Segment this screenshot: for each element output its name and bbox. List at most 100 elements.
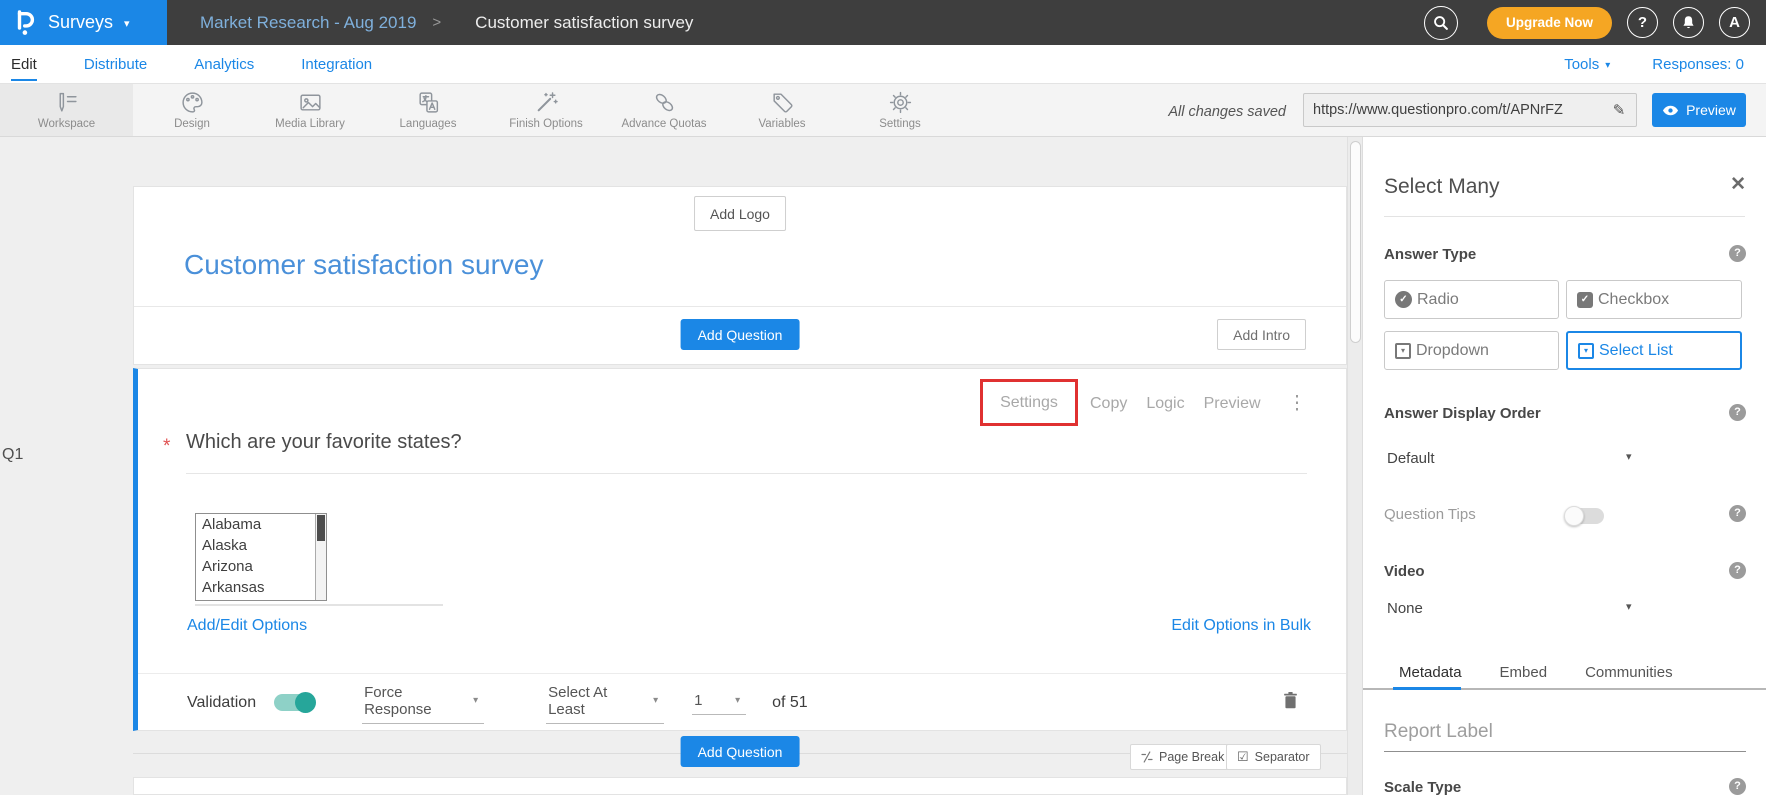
validation-rule-dropdown[interactable]: Select At Least ▾: [546, 682, 664, 724]
surveys-menu[interactable]: Surveys ▾: [0, 0, 167, 45]
panel-tabs: Metadata Embed Communities: [1399, 664, 1673, 681]
question-settings-action[interactable]: Settings: [1000, 394, 1058, 412]
kebab-menu-icon[interactable]: ⋮: [1288, 394, 1307, 413]
settings-highlight-box: Settings: [980, 379, 1078, 426]
toolbar-item-settings[interactable]: Settings: [841, 84, 959, 136]
tab-embed[interactable]: Embed: [1500, 664, 1548, 681]
help-icon[interactable]: ?: [1729, 562, 1746, 579]
panel-title: Select Many: [1384, 175, 1500, 199]
listbox-scrollbar[interactable]: [315, 514, 326, 600]
answer-type-select-list[interactable]: ▾ Select List: [1566, 331, 1742, 370]
tools-menu[interactable]: Tools ▾: [1564, 56, 1610, 73]
question-text[interactable]: Which are your favorite states?: [186, 431, 462, 454]
survey-url-input[interactable]: [1313, 102, 1608, 118]
content-scrollbar[interactable]: [1347, 137, 1362, 795]
help-icon[interactable]: ?: [1729, 778, 1746, 795]
trash-icon: [1283, 691, 1298, 709]
help-button[interactable]: ?: [1627, 7, 1658, 38]
survey-title[interactable]: Customer satisfaction survey: [184, 249, 543, 281]
add-intro-button[interactable]: Add Intro: [1217, 319, 1306, 350]
toolbar-item-advance-quotas[interactable]: Advance Quotas: [605, 84, 723, 136]
breadcrumb: Market Research - Aug 2019 > Customer sa…: [200, 0, 693, 45]
answer-select-list[interactable]: Alabama Alaska Arizona Arkansas: [195, 513, 327, 601]
content-scrollbar-thumb[interactable]: [1350, 141, 1361, 343]
notifications-button[interactable]: [1673, 7, 1704, 38]
account-avatar[interactable]: A: [1719, 7, 1750, 38]
listbox-scrollbar-thumb[interactable]: [317, 515, 325, 541]
question-logic-action[interactable]: Logic: [1146, 395, 1184, 413]
preview-label: Preview: [1686, 102, 1736, 118]
next-block-card: [133, 777, 1347, 795]
answer-type-label: Answer Type: [1384, 246, 1476, 263]
page-break-button[interactable]: Page Break: [1130, 744, 1235, 770]
validation-row: Validation Force Response ▾ Select At Le…: [187, 673, 808, 732]
answer-type-checkbox[interactable]: ✓ Checkbox: [1566, 280, 1742, 319]
question-copy-action[interactable]: Copy: [1090, 395, 1127, 413]
validation-toggle[interactable]: [274, 694, 314, 711]
survey-url-box: ✎: [1303, 93, 1637, 127]
list-option[interactable]: Arkansas: [196, 577, 326, 598]
header-actions: Upgrade Now ? A: [1424, 0, 1750, 45]
separator-label: Separator: [1255, 750, 1310, 764]
questionpro-app: Surveys ▾ Market Research - Aug 2019 > C…: [0, 0, 1766, 795]
question-actions: Copy Logic Preview ⋮: [1090, 394, 1307, 413]
question-preview-action[interactable]: Preview: [1204, 395, 1261, 413]
tab-edit[interactable]: Edit: [11, 45, 37, 83]
tab-metadata[interactable]: Metadata: [1399, 664, 1462, 681]
toolbar-item-label: Variables: [758, 118, 805, 130]
add-logo-button[interactable]: Add Logo: [694, 196, 786, 231]
add-question-button-top[interactable]: Add Question: [681, 319, 800, 350]
toolbar-item-finish-options[interactable]: Finish Options: [487, 84, 605, 136]
caret-down-icon[interactable]: ▾: [1626, 600, 1632, 613]
tab-distribute[interactable]: Distribute: [84, 45, 147, 83]
divider: [1384, 216, 1745, 217]
list-option[interactable]: Arizona: [196, 556, 326, 577]
tab-communities[interactable]: Communities: [1585, 664, 1673, 681]
toolbar-item-languages[interactable]: Languages: [369, 84, 487, 136]
list-option[interactable]: Alaska: [196, 535, 326, 556]
workspace-icon: [54, 90, 79, 115]
toolbar-item-label: Workspace: [38, 118, 95, 130]
display-order-select[interactable]: Default: [1387, 450, 1435, 467]
help-icon[interactable]: ?: [1729, 404, 1746, 421]
breadcrumb-folder-link[interactable]: Market Research - Aug 2019: [200, 13, 416, 33]
validation-count-dropdown[interactable]: 1 ▾: [692, 690, 746, 715]
add-question-button-bottom[interactable]: Add Question: [681, 736, 800, 767]
add-edit-options-link[interactable]: Add/Edit Options: [187, 617, 307, 635]
answer-display-order-label: Answer Display Order: [1384, 405, 1541, 422]
upgrade-now-button[interactable]: Upgrade Now: [1487, 7, 1612, 39]
caret-down-icon: ▾: [473, 695, 478, 706]
help-icon[interactable]: ?: [1729, 505, 1746, 522]
tab-integration[interactable]: Integration: [301, 45, 372, 83]
video-select[interactable]: None: [1387, 600, 1423, 617]
help-icon[interactable]: ?: [1729, 245, 1746, 262]
answer-type-dropdown[interactable]: ▾ Dropdown: [1384, 331, 1559, 370]
toolbar-item-label: Settings: [879, 118, 921, 130]
question-text-underline: [186, 473, 1307, 474]
responses-count[interactable]: Responses: 0: [1652, 56, 1744, 73]
toolbar-item-variables[interactable]: Variables: [723, 84, 841, 136]
page-break-icon: [1141, 751, 1153, 763]
toolbar-item-media-library[interactable]: Media Library: [251, 84, 369, 136]
breadcrumb-current-title: Customer satisfaction survey: [475, 13, 693, 33]
list-option[interactable]: Alabama: [196, 514, 326, 535]
close-icon[interactable]: ✕: [1730, 173, 1746, 196]
answer-type-label-text: Select List: [1599, 342, 1673, 360]
question-tips-toggle[interactable]: [1566, 508, 1604, 524]
edit-options-in-bulk-link[interactable]: Edit Options in Bulk: [1171, 617, 1311, 635]
preview-button[interactable]: Preview: [1652, 93, 1746, 127]
answer-type-radio[interactable]: ✓ Radio: [1384, 280, 1559, 319]
toolbar-item-design[interactable]: Design: [133, 84, 251, 136]
toolbar-item-workspace[interactable]: Workspace: [0, 84, 133, 136]
force-response-dropdown[interactable]: Force Response ▾: [362, 682, 484, 724]
edit-url-pencil-icon[interactable]: ✎: [1608, 101, 1630, 119]
delete-question-button[interactable]: [1283, 691, 1298, 714]
search-button[interactable]: [1424, 6, 1458, 40]
dropdown-square-icon: ▾: [1578, 343, 1594, 359]
report-label-input[interactable]: [1384, 719, 1746, 752]
palette-icon: [180, 90, 205, 115]
caret-down-icon[interactable]: ▾: [1626, 450, 1632, 463]
separator-button[interactable]: ☑ Separator: [1226, 744, 1321, 770]
tab-analytics[interactable]: Analytics: [194, 45, 254, 83]
translate-icon: [416, 90, 441, 115]
